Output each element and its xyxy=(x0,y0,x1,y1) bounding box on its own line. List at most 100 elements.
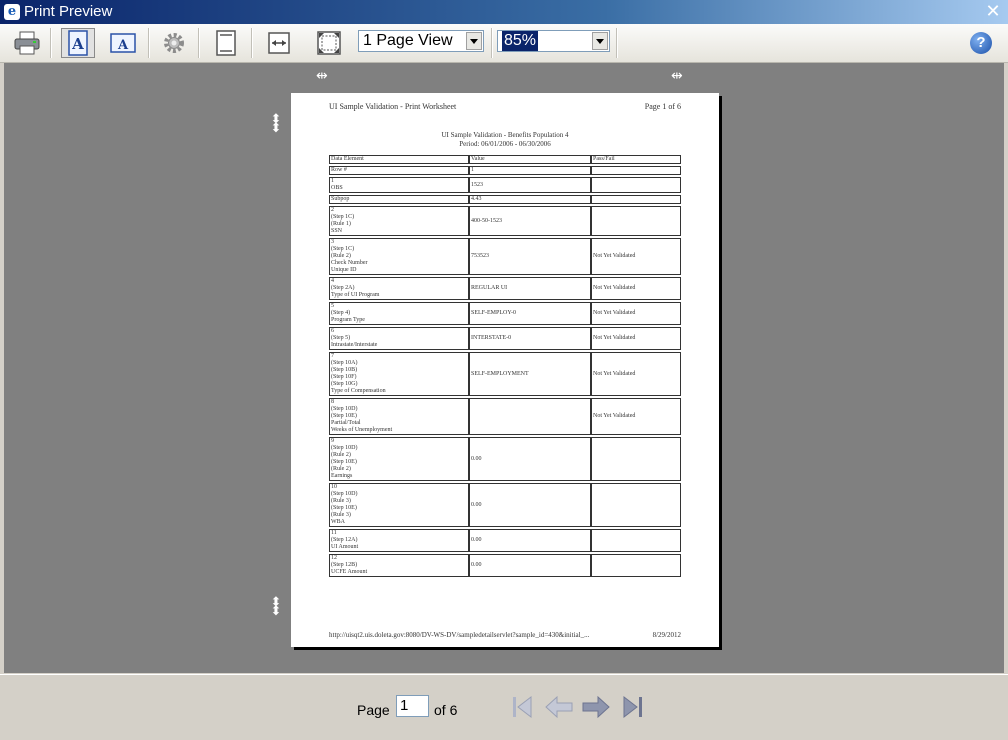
preview-page: UI Sample Validation - Print Worksheet P… xyxy=(291,93,719,647)
data-element-cell: 9 (Step 10D) (Rule 2) (Step 10E) (Rule 2) Ear… xyxy=(329,437,469,481)
data-element-line: Check Number xyxy=(331,260,368,266)
data-element-line: (Step 12A) xyxy=(331,537,358,543)
data-element-line: 6 xyxy=(331,328,334,334)
fit-width-icon xyxy=(268,32,290,54)
close-button[interactable]: ✕ xyxy=(984,3,1002,21)
bottom-margin-handle[interactable]: ⬍ ⬍ xyxy=(266,596,286,618)
pass-fail-cell: Not Yet Validated xyxy=(591,238,681,275)
table-row: Row # 1 xyxy=(329,166,681,175)
pass-fail-cell xyxy=(591,529,681,552)
data-element-line: (Step 10G) xyxy=(331,381,358,387)
data-element-line: Intrastate/Interstate xyxy=(331,342,378,348)
arrow-left-icon xyxy=(545,695,573,719)
data-element-cell: Subpop xyxy=(329,195,469,204)
column-header: Pass/Fail xyxy=(591,155,681,164)
data-element-line: 8 xyxy=(331,399,334,405)
last-page-button[interactable] xyxy=(618,693,648,721)
data-element-line: 10 xyxy=(331,484,337,490)
data-element-line: 4 xyxy=(331,278,334,284)
value-cell: 0.00 xyxy=(469,554,591,577)
data-element-line: (Step 1C) xyxy=(331,214,355,220)
data-element-line: (Step 2A) xyxy=(331,285,355,291)
footer-url: http://uisqt2.uis.doleta.gov:8080/DV-WS-… xyxy=(329,631,590,639)
table-row: 1 OBS 1523 xyxy=(329,177,681,193)
pass-fail-cell: Not Yet Validated xyxy=(591,352,681,396)
pass-fail-cell xyxy=(591,195,681,204)
data-element-line: (Rule 2) xyxy=(331,452,351,458)
data-element-line: 1 xyxy=(331,178,334,184)
headers-footers-button[interactable] xyxy=(209,28,243,58)
data-element-line: 7 xyxy=(331,353,334,359)
data-element-cell: 4 (Step 2A) Type of UI Program xyxy=(329,277,469,300)
chevron-down-icon[interactable] xyxy=(466,32,482,50)
table-row: 12 (Step 12B) UCFE Amount 0.00 xyxy=(329,554,681,577)
page-count-label: of 6 xyxy=(434,702,458,718)
right-margin-handle[interactable]: ⇹ xyxy=(671,69,683,83)
print-button[interactable] xyxy=(10,28,44,58)
preview-area: ⇹ ⇹ ⬍ ⬍ ⬍ ⬍ UI Sample Validation - Print W… xyxy=(4,63,1004,673)
value-cell: 0.00 xyxy=(469,529,591,552)
help-button[interactable]: ? xyxy=(970,32,992,54)
data-element-line: Row # xyxy=(331,167,347,173)
table-row: 2 (Step 1C) (Rule 1) SSN 400-50-1523 xyxy=(329,206,681,236)
table-row: 4 (Step 2A) Type of UI Program REGULAR UI No… xyxy=(329,277,681,300)
left-margin-handle[interactable]: ⇹ xyxy=(316,69,328,83)
top-margin-handle[interactable]: ⬍ ⬍ xyxy=(266,113,286,135)
value-cell: 4.43 xyxy=(469,195,591,204)
view-mode-select[interactable]: 1 Page View xyxy=(358,30,484,52)
page-setup-button[interactable] xyxy=(157,28,191,58)
footer-date: 8/29/2012 xyxy=(652,631,681,639)
data-element-line: Unique ID xyxy=(331,267,357,273)
data-element-line: (Step 10A) xyxy=(331,360,358,366)
view-mode-value: 1 Page View xyxy=(363,32,453,49)
ie-icon: e xyxy=(4,4,20,20)
toolbar: A A 1 Page View 85% ? xyxy=(0,24,1008,63)
data-element-line: Type of Compensation xyxy=(331,388,386,394)
table-row: 7 (Step 10A) (Step 10B) (Step 10F) (Step 10G… xyxy=(329,352,681,396)
data-element-line: (Step 12B) xyxy=(331,562,358,568)
zoom-select[interactable]: 85% xyxy=(497,30,610,52)
table-row: 3 (Step 1C) (Rule 2) Check Number Unique ID 7… xyxy=(329,238,681,275)
pass-fail-cell: Not Yet Validated xyxy=(591,398,681,435)
data-element-line: (Step 10E) xyxy=(331,459,357,465)
data-element-line: Type of UI Program xyxy=(331,292,380,298)
chevron-down-icon[interactable] xyxy=(592,32,608,50)
data-element-line: 11 xyxy=(331,530,337,536)
value-cell: REGULAR UI xyxy=(469,277,591,300)
header-footer-icon xyxy=(216,30,236,56)
table-row: 8 (Step 10D) (Step 10E) Partial/Total Weeks … xyxy=(329,398,681,435)
data-element-line: (Step 10E) xyxy=(331,413,357,419)
value-cell: 753523 xyxy=(469,238,591,275)
table-row: 9 (Step 10D) (Rule 2) (Step 10E) (Rule 2) Ear… xyxy=(329,437,681,481)
zoom-value: 85% xyxy=(502,31,539,51)
data-element-line: (Step 4) xyxy=(331,310,351,316)
data-element-cell: 1 OBS xyxy=(329,177,469,193)
pass-fail-cell xyxy=(591,206,681,236)
first-page-button[interactable] xyxy=(507,693,537,721)
document-period: Period: 06/01/2006 - 06/30/2006 xyxy=(459,140,551,148)
data-element-line: (Rule 3) xyxy=(331,512,351,518)
page-header-number: Page 1 of 6 xyxy=(644,102,681,111)
data-element-line: (Rule 1) xyxy=(331,221,351,227)
data-element-line: (Step 10F) xyxy=(331,374,357,380)
data-element-line: Subpop xyxy=(331,196,350,202)
first-page-icon xyxy=(513,695,532,719)
page-number-input[interactable]: 1 xyxy=(396,695,429,717)
data-element-line: WBA xyxy=(331,519,345,525)
portrait-button[interactable]: A xyxy=(61,28,95,58)
data-element-cell: 8 (Step 10D) (Step 10E) Partial/Total Weeks … xyxy=(329,398,469,435)
data-element-line: 5 xyxy=(331,303,334,309)
gear-icon xyxy=(164,33,184,53)
landscape-button[interactable]: A xyxy=(106,28,140,58)
data-element-cell: 10 (Step 10D) (Rule 3) (Step 10E) (Rule 3) WB… xyxy=(329,483,469,527)
value-cell: INTERSTATE-0 xyxy=(469,327,591,350)
data-element-line: Weeks of Unemployment xyxy=(331,427,393,433)
full-width-button[interactable] xyxy=(262,28,296,58)
data-element-cell: 2 (Step 1C) (Rule 1) SSN xyxy=(329,206,469,236)
full-page-button[interactable] xyxy=(312,28,346,58)
value-cell: 400-50-1523 xyxy=(469,206,591,236)
previous-page-button[interactable] xyxy=(544,693,574,721)
next-page-button[interactable] xyxy=(581,693,611,721)
data-element-line: UCFE Amount xyxy=(331,569,368,575)
table-row: Subpop 4.43 xyxy=(329,195,681,204)
